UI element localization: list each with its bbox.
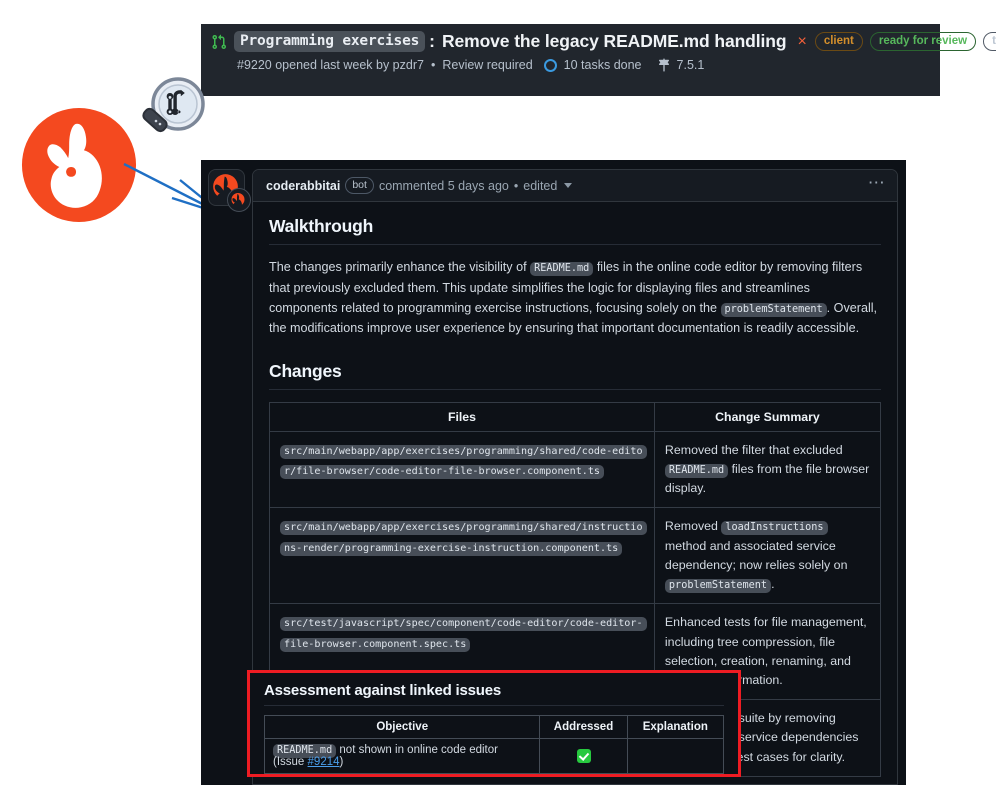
pr-title: Remove the legacy README.md handling xyxy=(441,31,787,51)
summary-text-pre: Removed xyxy=(664,519,718,534)
close-icon[interactable]: × xyxy=(797,33,806,51)
comment-separator: • xyxy=(513,178,519,193)
objective-cell: README.md not shown in online code edito… xyxy=(263,738,541,774)
avatar[interactable] xyxy=(208,169,251,212)
column-header-change-summary: Change Summary xyxy=(653,401,882,432)
explanation-cell xyxy=(626,738,725,774)
walkthrough-paragraph: The changes primarily enhance the visibi… xyxy=(269,257,881,339)
file-path-cell: src/main/webapp/app/exercises/programmin… xyxy=(269,507,655,605)
milestone-icon xyxy=(658,58,669,72)
pull-request-open-icon xyxy=(212,34,227,49)
assessment-table: Objective Addressed Explanation README.m… xyxy=(263,715,725,774)
pr-number-author: #9220 opened last week by pzdr7 xyxy=(237,58,424,72)
change-summary-cell: Removed the filter that excluded README.… xyxy=(653,430,882,509)
column-header-addressed: Addressed xyxy=(539,715,628,739)
tasks-done-text: 10 tasks done xyxy=(563,58,642,72)
avatar-bot-badge xyxy=(227,188,251,212)
comment-timestamp: commented 5 days ago xyxy=(378,178,509,193)
summary-text-mid: method and associated service dependency… xyxy=(664,538,848,572)
pr-title-colon: : xyxy=(429,31,435,51)
pr-repo-chip: Programming exercises xyxy=(234,31,426,52)
table-row: src/main/webapp/app/exercises/programmin… xyxy=(269,430,882,509)
meta-separator: • xyxy=(430,58,436,72)
tasks-progress-icon xyxy=(543,58,557,72)
comment-author[interactable]: coderabbitai xyxy=(266,179,340,193)
inline-code-problemstatement: problemStatement xyxy=(664,579,772,594)
comment-edited[interactable]: edited xyxy=(523,179,557,193)
walkthrough-text-1: The changes primarily enhance the visibi… xyxy=(269,260,527,274)
table-row: README.md not shown in online code edito… xyxy=(263,738,725,774)
file-path: src/main/webapp/app/exercises/programmin… xyxy=(280,444,647,480)
inline-code-readme: README.md xyxy=(664,464,729,479)
comment-header: coderabbitai bot commented 5 days ago • … xyxy=(253,170,897,202)
more-options-icon[interactable]: ⋯ xyxy=(868,174,886,193)
changes-heading: Changes xyxy=(269,361,881,390)
milestone-version: 7.5.1 xyxy=(676,58,705,72)
label-client[interactable]: client xyxy=(814,31,863,52)
summary-text-post: . xyxy=(771,577,775,592)
inline-code-problemstatement: problemStatement xyxy=(720,302,827,317)
table-row: src/main/webapp/app/exercises/programmin… xyxy=(269,507,882,605)
chevron-down-icon[interactable] xyxy=(564,183,573,188)
column-header-explanation: Explanation xyxy=(626,715,725,739)
bot-badge: bot xyxy=(345,176,374,195)
pr-meta-row: #9220 opened last week by pzdr7 • Review… xyxy=(211,58,928,72)
label-tests[interactable]: tests xyxy=(983,31,996,52)
column-header-files: Files xyxy=(269,401,655,432)
file-path: src/main/webapp/app/exercises/programmin… xyxy=(280,521,647,557)
walkthrough-heading: Walkthrough xyxy=(269,216,881,245)
magnifier-icon xyxy=(142,77,205,133)
objective-text-post: ) xyxy=(339,756,344,768)
changes-table-header-row: Files Change Summary xyxy=(269,401,882,432)
file-path: src/test/javascript/spec/component/code-… xyxy=(280,617,647,653)
assessment-heading: Assessment against linked issues xyxy=(264,682,724,706)
addressed-cell xyxy=(539,738,628,774)
inline-code-readme: README.md xyxy=(530,262,594,276)
summary-text-pre: Removed the filter that excluded xyxy=(664,442,843,457)
pr-header: Programming exercises : Remove the legac… xyxy=(201,24,996,96)
check-icon xyxy=(576,748,591,763)
pr-title-row: Programming exercises : Remove the legac… xyxy=(211,31,996,52)
assessment-section: Assessment against linked issues Objecti… xyxy=(247,670,741,777)
column-header-objective: Objective xyxy=(263,715,541,739)
issue-link[interactable]: #9214 xyxy=(308,756,340,768)
avatar-badge-rabbit-icon xyxy=(228,189,248,209)
label-ready-for-review[interactable]: ready for review xyxy=(869,31,977,52)
inline-code-loadinstructions: loadInstructions xyxy=(721,521,828,536)
review-state: Review required xyxy=(442,58,533,72)
file-path-cell: src/main/webapp/app/exercises/programmin… xyxy=(269,430,655,509)
assessment-header-row: Objective Addressed Explanation xyxy=(263,715,725,739)
change-summary-cell: Removed loadInstructions method and asso… xyxy=(653,507,882,605)
